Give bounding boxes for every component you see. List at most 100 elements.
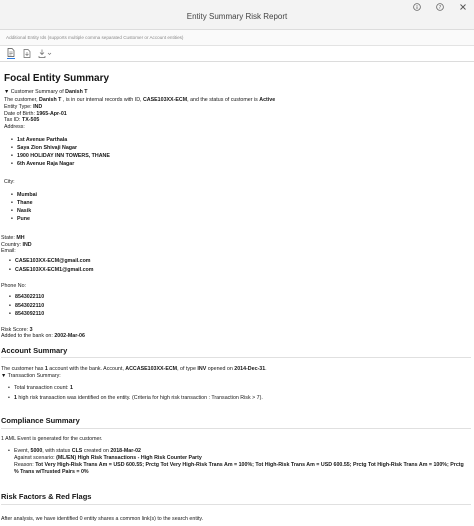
report-content: Focal Entity Summary ▼ Customer Summary … xyxy=(0,62,474,526)
customer-summary-toggle[interactable]: ▼ Customer Summary of Danish T xyxy=(4,89,88,95)
against-label: Against scenario: xyxy=(14,454,57,461)
total-transaction-count: Total transaction count: 1 xyxy=(8,384,73,391)
account-part-2: account with the bank. Account, xyxy=(47,365,126,372)
account-id: ACCASE103XX-ECM xyxy=(125,365,178,372)
email-label: Email: xyxy=(1,248,16,254)
city-label: City: xyxy=(4,179,15,185)
city-item: Nasik xyxy=(11,208,31,214)
account-part-1: The customer has xyxy=(1,365,45,372)
address-item: 1st Avenue Parthala xyxy=(11,137,67,143)
country: Country: IND xyxy=(1,242,32,248)
added-to-bank: Added to the bank on: 2002-Mar-06 xyxy=(1,333,85,339)
info-icon[interactable] xyxy=(412,2,422,12)
entity-type: Entity Type: IND xyxy=(4,104,42,110)
address-item: Saya Zion Shivaji Nagar xyxy=(11,145,77,151)
email-item: CASE103XX-ECM@gmail.com xyxy=(9,258,90,264)
help-icon[interactable]: ? xyxy=(435,2,445,12)
customer-summary-label: ▼ Customer Summary of xyxy=(4,89,66,95)
city-item: Mumbai xyxy=(11,192,37,198)
tax-id: Tax ID: TX-505 xyxy=(4,117,39,123)
account-type: INV xyxy=(197,365,207,372)
customer-intro: The customer, Danish T , is in our inter… xyxy=(4,97,275,103)
state-value: MH xyxy=(16,235,25,241)
risk-score-label: Risk Score: xyxy=(1,326,30,333)
high-risk-transactions: 1 high risk transaction was identified o… xyxy=(8,394,263,401)
intro-customer-id: CASE103XX-ECM xyxy=(142,96,188,103)
entity-type-label: Entity Type: xyxy=(4,104,34,110)
account-summary-text: The customer has 1 account with the bank… xyxy=(1,366,267,372)
added-value: 2002-Mar-06 xyxy=(54,333,85,339)
date-of-birth: Date of Birth: 1965-Apr-01 xyxy=(4,111,67,117)
close-icon[interactable] xyxy=(458,2,468,12)
total-txn-label: Total transaction count: xyxy=(14,384,70,391)
window-controls: ? xyxy=(412,2,468,12)
title-bar: Entity Summary Risk Report ? xyxy=(0,0,474,30)
account-opened: 2014-Dec-31 xyxy=(234,365,266,372)
phone-item: 8543022110 xyxy=(9,294,44,300)
event-id: 5000 xyxy=(30,447,43,454)
section-divider xyxy=(1,428,471,429)
event-date: 2018-Mar-02 xyxy=(110,447,141,454)
transaction-summary-toggle[interactable]: ▼ Transaction Summary: xyxy=(1,373,61,379)
total-txn-value: 1 xyxy=(69,384,73,391)
email-item: CASE103XX-ECM1@gmail.com xyxy=(9,267,94,273)
customer-name: Danish T xyxy=(65,89,88,95)
window-title: Entity Summary Risk Report xyxy=(186,12,288,21)
high-risk-text: high risk transaction was identified on … xyxy=(16,394,263,401)
document-icon xyxy=(7,48,15,59)
event-part-3: created on xyxy=(82,447,111,454)
intro-part-2: , is in our internal records with ID, xyxy=(61,96,143,103)
aml-event-summary: 1 AML Event is generated for the custome… xyxy=(1,436,102,442)
against-scenario: Against scenario: (ML/EN) High Risk Tran… xyxy=(14,455,202,461)
aml-text: AML Event is generated for the customer. xyxy=(3,435,103,442)
export-report-button[interactable] xyxy=(23,48,31,60)
section-divider xyxy=(1,504,471,505)
download-icon xyxy=(38,49,52,60)
city-item: Thane xyxy=(11,200,32,206)
report-toolbar xyxy=(0,46,474,62)
country-label: Country: xyxy=(1,241,23,248)
state: State: MH xyxy=(1,235,25,241)
compliance-summary-heading: Compliance Summary xyxy=(1,416,80,425)
intro-status: Active xyxy=(259,96,276,103)
state-label: State: xyxy=(1,235,17,241)
phone-item: 8543092110 xyxy=(9,311,44,317)
dob-value: 1965-Apr-01 xyxy=(36,110,67,117)
view-report-button[interactable] xyxy=(7,48,15,59)
download-menu-button[interactable] xyxy=(38,49,52,59)
phone-item: 8543022110 xyxy=(9,303,44,309)
intro-part-3: , and the status of customer is xyxy=(187,96,260,103)
tax-id-value: TX-505 xyxy=(21,117,40,123)
risk-factors-heading: Risk Factors & Red Flags xyxy=(1,492,92,501)
address-item: 1900 HOLIDAY INN TOWERS, THANE xyxy=(11,153,110,159)
svg-text:?: ? xyxy=(439,5,442,11)
phone-label: Phone No: xyxy=(1,283,27,289)
tax-id-label: Tax ID: xyxy=(4,117,22,123)
intro-part-1: The customer, xyxy=(4,96,40,103)
account-summary-heading: Account Summary xyxy=(1,346,68,355)
event-reason: Reason: Tot Very High-Risk Trans Am = US… xyxy=(14,462,464,468)
account-part-3: , of type xyxy=(177,365,198,372)
event-part-2: , with status xyxy=(42,447,72,454)
event-status: CLS xyxy=(71,447,83,454)
entity-filter-bar: Additional Entity Ids (supports multiple… xyxy=(0,30,474,46)
address-label: Address: xyxy=(4,123,25,130)
file-export-icon xyxy=(23,48,31,60)
reason-text-continued: % Trans w/Trusted Pairs = 0% xyxy=(14,468,89,475)
additional-entity-ids-input[interactable]: Additional Entity Ids (supports multiple… xyxy=(6,35,183,40)
city-item: Pune xyxy=(11,216,30,222)
risk-score: Risk Score: 3 xyxy=(1,327,33,333)
reason-label: Reason: xyxy=(14,461,36,468)
country-value: IND xyxy=(22,241,32,248)
account-part-5: . xyxy=(265,365,267,372)
account-part-4: opened on xyxy=(206,365,235,372)
intro-name: Danish T xyxy=(39,96,62,103)
risk-factors-text: After analysis, we have identified 0 ent… xyxy=(1,516,204,522)
entity-type-value: IND xyxy=(33,104,43,110)
event-details: Event, 5000, with status CLS created on … xyxy=(8,447,141,454)
risk-score-value: 3 xyxy=(29,326,33,333)
event-part-1: Event, xyxy=(14,447,31,454)
added-label: Added to the bank on: xyxy=(1,333,55,339)
report-title: Focal Entity Summary xyxy=(4,73,110,84)
scenario-name: (ML/EN) High Risk Transactions - High Ri… xyxy=(56,454,202,461)
